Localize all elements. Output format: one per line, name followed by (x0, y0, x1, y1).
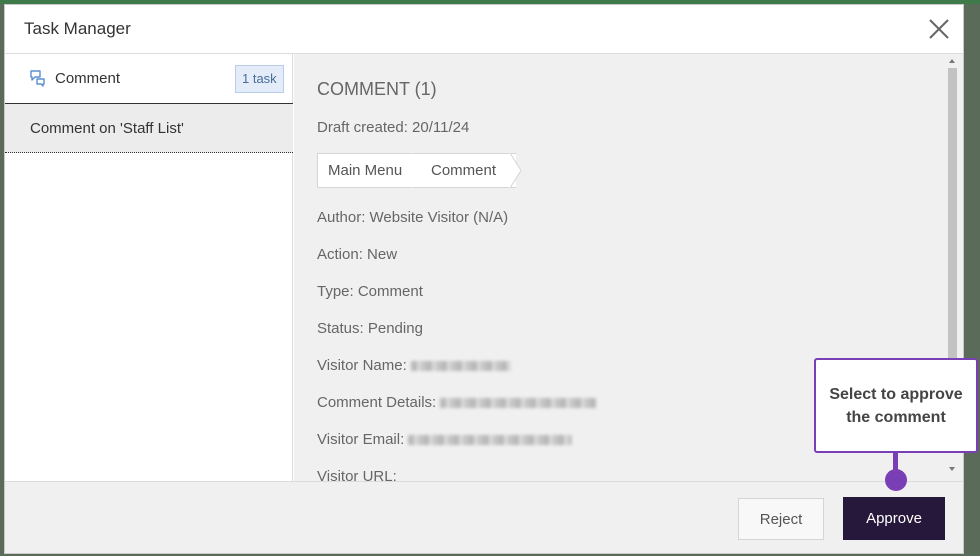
field-visitor-email-label: Visitor Email: (317, 431, 405, 448)
task-item-label: Comment on 'Staff List' (30, 120, 184, 137)
dialog-title: Task Manager (24, 19, 131, 38)
field-visitor-name: Visitor Name: (317, 357, 511, 374)
tooltip-pointer-dot (885, 469, 907, 491)
field-comment-details-label: Comment Details: (317, 394, 437, 411)
breadcrumb-comment[interactable]: Comment (413, 153, 516, 188)
speech-bubbles-icon (29, 69, 47, 87)
detail-title: COMMENT (1) (317, 79, 437, 99)
approve-button[interactable]: Approve (843, 497, 945, 540)
task-item[interactable]: Comment on 'Staff List' (5, 104, 293, 153)
field-type: Type: Comment (317, 283, 423, 300)
approve-tooltip: Select to approve the comment (814, 358, 978, 453)
dialog-footer: Reject Approve (5, 481, 963, 553)
field-action: Action: New (317, 246, 398, 263)
scroll-up-icon[interactable] (944, 55, 960, 65)
redacted-value (408, 435, 573, 446)
field-author: Author: Website Visitor (N/A) (317, 209, 509, 226)
category-comment[interactable]: Comment 1 task (5, 54, 293, 104)
draft-created: Draft created: 20/11/24 (317, 119, 470, 136)
field-comment-details: Comment Details: (317, 394, 597, 411)
task-list-pane: Comment 1 task Comment on 'Staff List' (5, 54, 293, 481)
task-count-badge: 1 task (235, 65, 284, 93)
dialog-header: Task Manager (5, 5, 963, 54)
close-icon[interactable] (927, 17, 951, 41)
field-visitor-email: Visitor Email: (317, 431, 573, 448)
breadcrumb-end-icon (509, 153, 521, 188)
field-visitor-name-label: Visitor Name: (317, 357, 407, 374)
redacted-value (410, 361, 511, 372)
redacted-value (440, 398, 597, 409)
category-label: Comment (55, 70, 121, 87)
reject-button[interactable]: Reject (738, 498, 824, 540)
field-status: Status: Pending (317, 320, 423, 337)
breadcrumb-main-menu[interactable]: Main Menu (317, 153, 417, 188)
scroll-down-icon[interactable] (944, 464, 960, 474)
field-visitor-url: Visitor URL: (317, 468, 397, 481)
task-manager-dialog: Task Manager Comment 1 task Comment on '… (4, 4, 964, 554)
